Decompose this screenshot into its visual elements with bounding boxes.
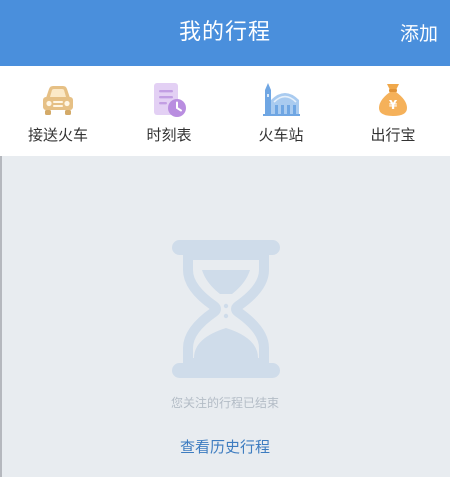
svg-text:¥: ¥ [389,98,398,112]
window-edge [0,156,2,477]
hourglass-icon [172,240,280,378]
add-button[interactable]: 添加 [400,20,438,48]
tool-travel-treasure[interactable]: ¥ 出行宝 [337,66,449,156]
tool-train-station[interactable]: 火车站 [225,66,337,156]
page-title: 我的行程 [178,20,271,45]
view-history-link[interactable]: 查看历史行程 [150,436,300,458]
tool-label: 火车站 [258,126,304,144]
money-bag-icon: ¥ [379,84,407,116]
service-toolbar: 接送火车 时刻表 火车站 ¥ 出行宝 [0,66,450,156]
tool-timetable[interactable]: 时刻表 [113,66,225,156]
car-icon [43,86,73,115]
train-station-icon [263,83,300,116]
top-bar: 我的行程 添加 [0,0,450,66]
empty-state-message: 您关注的行程已结束 [170,396,279,410]
tool-pickup-train[interactable]: 接送火车 [2,66,114,156]
tool-label: 出行宝 [370,126,416,144]
tool-label: 时刻表 [146,126,192,144]
tool-label: 接送火车 [27,126,88,144]
timetable-icon [154,83,186,117]
